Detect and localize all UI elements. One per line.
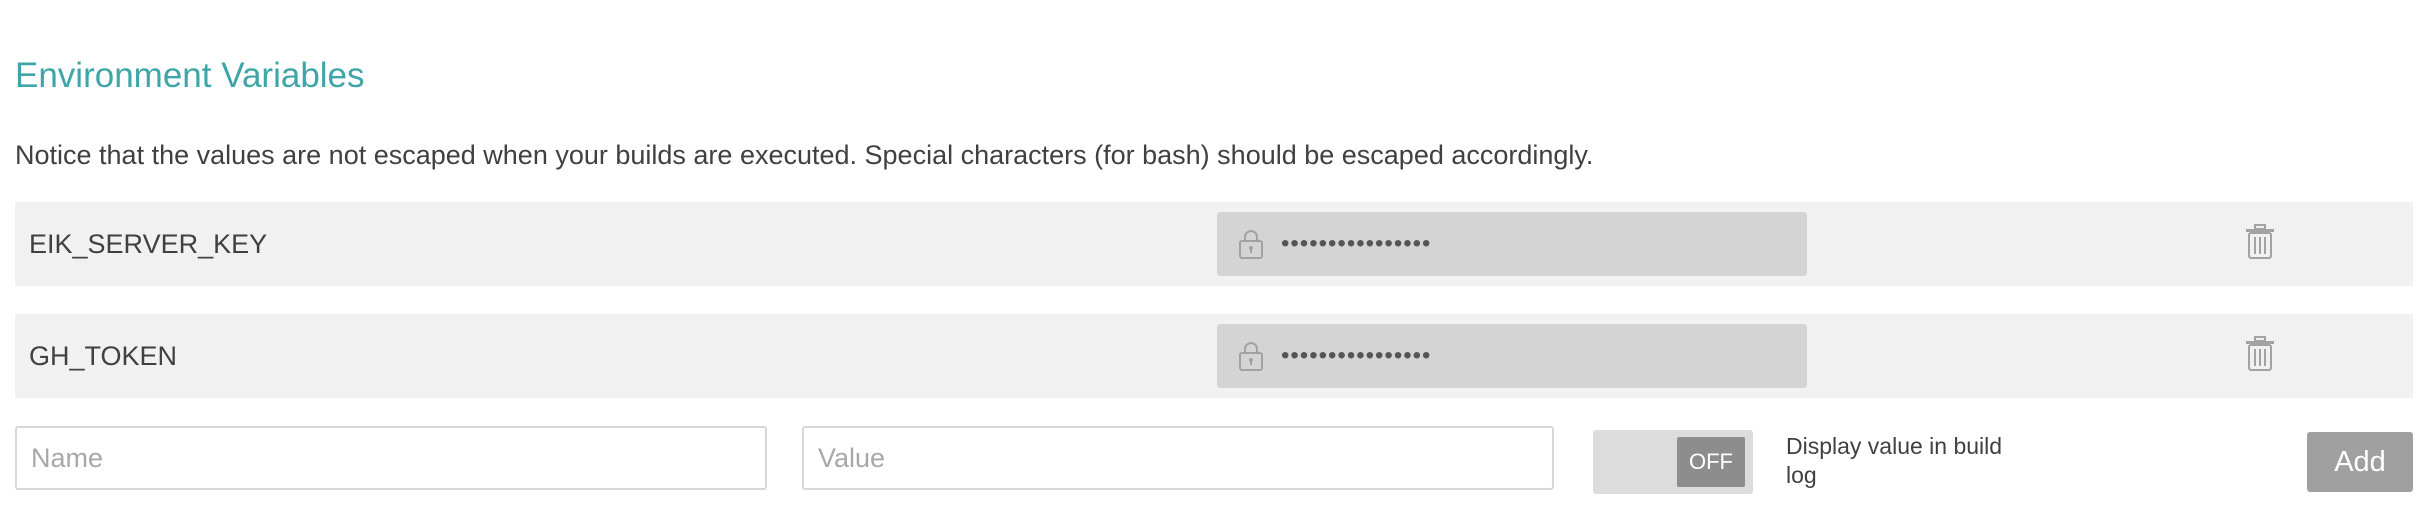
masked-value: •••••••••••••••• (1281, 230, 1432, 257)
trash-icon[interactable] (2245, 224, 2275, 260)
toggle-label: Display value in build log (1786, 433, 2003, 488)
section-title: Environment Variables (15, 56, 365, 95)
env-var-row: GH_TOKEN •••••••••••••••• (15, 314, 2413, 398)
display-value-toggle[interactable]: OFF (1593, 430, 1753, 494)
env-var-name: EIK_SERVER_KEY (29, 229, 268, 259)
toggle-state: OFF (1677, 437, 1745, 487)
env-var-row: EIK_SERVER_KEY •••••••••••••••• (15, 202, 2413, 286)
env-vars-section: Environment Variables Notice that the va… (15, 0, 2413, 518)
trash-icon[interactable] (2245, 336, 2275, 372)
lock-icon (1239, 342, 1263, 371)
lock-icon (1239, 230, 1263, 259)
env-var-value: •••••••••••••••• (1217, 212, 1807, 276)
value-input[interactable] (802, 426, 1554, 490)
add-button[interactable]: Add (2307, 432, 2413, 492)
masked-value: •••••••••••••••• (1281, 342, 1432, 369)
env-var-name: GH_TOKEN (29, 341, 178, 371)
name-input[interactable] (15, 426, 767, 490)
env-var-value: •••••••••••••••• (1217, 324, 1807, 388)
escape-notice: Notice that the values are not escaped w… (15, 140, 1594, 170)
